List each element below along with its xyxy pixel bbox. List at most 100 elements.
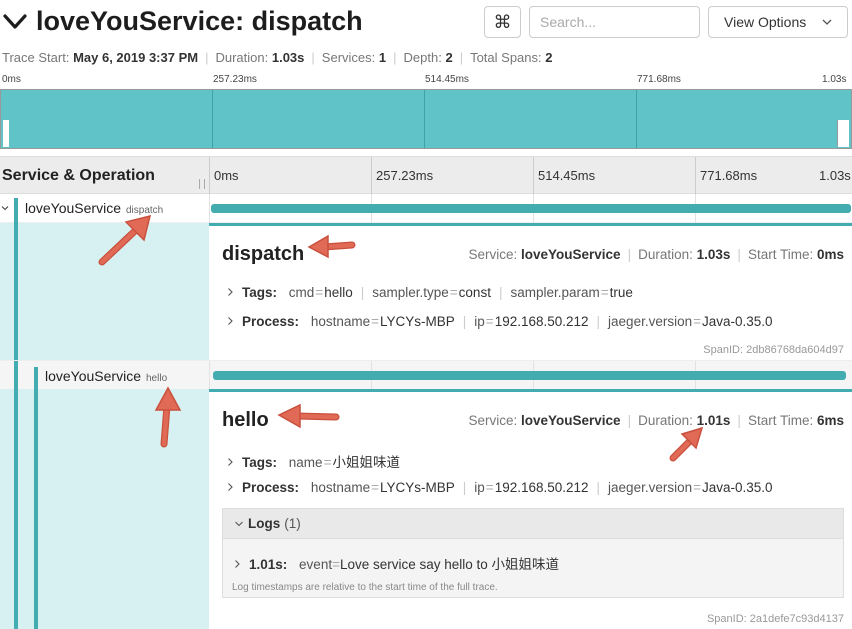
search-input[interactable]	[529, 6, 700, 38]
timeline-tick: 771.68ms	[700, 168, 758, 183]
process-key: hostname	[310, 314, 371, 329]
depth-value: 2	[445, 50, 453, 65]
process-key: ip	[474, 314, 485, 329]
log-time: 1.01s:	[249, 557, 288, 572]
service-value: loveYouService	[521, 413, 621, 428]
span-id-label: SpanID:	[703, 344, 744, 356]
tag-key: name	[288, 455, 323, 470]
logs-label: Logs	[248, 516, 281, 531]
span-bar[interactable]	[213, 371, 846, 380]
log-note: Log timestamps are relative to the start…	[232, 582, 498, 593]
span-id-label: SpanID:	[706, 613, 747, 625]
process-value: LYCYs-MBP	[380, 480, 455, 495]
view-options-dropdown[interactable]: View Options	[708, 6, 848, 38]
services-label: Services:	[321, 50, 376, 65]
chevron-right-icon	[228, 288, 233, 296]
chevron-down-icon	[822, 19, 832, 25]
annotation-arrow-icon	[154, 386, 182, 448]
start-time-label: Start Time:	[747, 247, 814, 262]
span-detail-title: hello	[222, 409, 269, 431]
chevron-right-icon	[228, 458, 233, 466]
operation-name: hello	[146, 373, 168, 384]
total-spans-value: 2	[545, 50, 553, 65]
keyboard-shortcuts-button[interactable]: ⌘	[484, 6, 521, 38]
tag-key: sampler.param	[510, 285, 600, 300]
process-key: jaeger.version	[608, 314, 693, 329]
minimap-tick: 0ms	[2, 74, 21, 85]
logs-count: (1)	[284, 516, 301, 531]
process-section[interactable]: Process: hostname=LYCYs-MBP | ip=192.168.5…	[226, 480, 773, 495]
services-value: 1	[378, 50, 387, 65]
trace-header: loveYouService: dispatch ⌘ View Options	[0, 0, 852, 46]
annotation-arrow-icon	[98, 214, 152, 266]
total-spans-label: Total Spans:	[470, 50, 542, 65]
tag-key: sampler.type	[372, 285, 449, 300]
span-detail-stats: Service: loveYouService | Duration: 1.01s |…	[468, 413, 844, 428]
trace-minimap[interactable]	[0, 89, 852, 149]
log-value: Love service say hello to 小姐姐味道	[339, 557, 560, 572]
log-entry[interactable]: 1.01s: event=Love service say hello to 小…	[233, 553, 559, 573]
logs-header[interactable]: Logs (1)	[223, 509, 843, 539]
timeline-tick: 0ms	[214, 168, 239, 183]
chevron-down-icon	[235, 521, 243, 527]
tags-section[interactable]: Tags: cmd=hello | sampler.type=const | sampl…	[226, 285, 633, 300]
duration-value: 1.03s	[271, 50, 305, 65]
process-value: Java-0.35.0	[702, 314, 773, 329]
minimap-tick: 257.23ms	[213, 74, 257, 85]
chevron-right-icon	[235, 560, 240, 568]
service-name: loveYouService	[45, 368, 141, 384]
process-key: ip	[474, 480, 485, 495]
column-resize-handle[interactable]	[199, 179, 205, 189]
service-operation-header: Service & Operation	[2, 167, 155, 184]
process-section[interactable]: Process: hostname=LYCYs-MBP | ip=192.168.5…	[226, 314, 773, 329]
timeline-tick: 514.45ms	[538, 168, 596, 183]
span-detail-stats: Service: loveYouService | Duration: 1.03s |…	[468, 247, 844, 262]
view-options-label: View Options	[724, 14, 807, 30]
span-detail-title: dispatch	[222, 243, 305, 265]
chevron-right-icon	[228, 317, 233, 325]
trace-title: loveYouService: dispatch	[36, 6, 363, 36]
trace-meta: Trace Start: May 6, 2019 3:37 PM | Duratio…	[2, 50, 553, 65]
duration-label: Duration:	[638, 247, 693, 262]
process-value: 192.168.50.212	[494, 480, 589, 495]
tags-section[interactable]: Tags: name=小姐姐味道	[226, 451, 400, 471]
span-id-value: 2db86768da604d97	[746, 344, 844, 356]
minimap-tick: 771.68ms	[637, 74, 681, 85]
process-value: LYCYs-MBP	[380, 314, 455, 329]
timeline-tick: 257.23ms	[376, 168, 434, 183]
duration-value: 1.03s	[696, 247, 731, 262]
logs-panel: Logs (1) 1.01s: event=Love service say he…	[222, 508, 844, 598]
process-key: hostname	[310, 480, 371, 495]
tag-value: const	[458, 285, 491, 300]
chevron-right-icon	[228, 483, 233, 491]
start-time-label: Start Time:	[747, 413, 814, 428]
process-label: Process:	[242, 480, 300, 495]
minimap-tick: 514.45ms	[425, 74, 469, 85]
service-label: Service:	[468, 247, 518, 262]
timeline-tick: 1.03s	[819, 168, 851, 183]
span-id-value: 2a1defe7c93d4137	[749, 613, 844, 625]
process-value: Java-0.35.0	[702, 480, 773, 495]
span-bar[interactable]	[211, 204, 851, 213]
tag-value: 小姐姐味道	[332, 455, 400, 470]
annotation-arrow-icon	[277, 403, 340, 429]
span-service-name[interactable]: loveYouService hello	[45, 368, 167, 384]
process-value: 192.168.50.212	[494, 314, 589, 329]
minimap-handle-right[interactable]	[837, 120, 849, 147]
span-id: SpanID: 2a1defe7c93d4137	[707, 613, 844, 625]
tag-value: hello	[324, 285, 353, 300]
tag-value: true	[609, 285, 633, 300]
trace-start-value: May 6, 2019 3:37 PM	[73, 50, 199, 65]
annotation-arrow-icon	[307, 234, 356, 259]
chevron-down-icon[interactable]	[1, 204, 9, 212]
chevron-down-icon[interactable]	[2, 10, 28, 34]
minimap-handle-left[interactable]	[3, 120, 9, 147]
service-label: Service:	[468, 413, 518, 428]
depth-label: Depth:	[403, 50, 442, 65]
duration-label: Duration:	[215, 50, 269, 65]
span-row[interactable]: loveYouService hello	[0, 360, 852, 390]
tag-key: cmd	[288, 285, 315, 300]
process-key: jaeger.version	[608, 480, 693, 495]
trace-start-label: Trace Start:	[2, 50, 70, 65]
service-value: loveYouService	[521, 247, 621, 262]
